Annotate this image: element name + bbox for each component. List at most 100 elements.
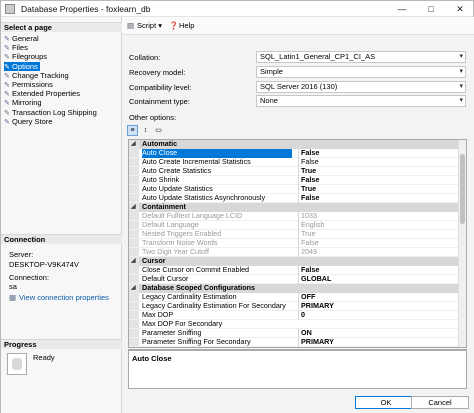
server-label: Server: [9,250,34,259]
grid-property-row[interactable]: Parameter Sniffing ON [129,329,459,338]
script-button[interactable]: ▤ Script ▾ [127,21,162,30]
property-value[interactable]: False [298,149,456,158]
other-options-label: Other options: [129,113,177,122]
grid-scrollbar[interactable] [458,140,466,347]
ok-button[interactable]: OK [355,396,417,409]
category-name: Containment [142,203,186,211]
progress-status: Ready [33,353,55,362]
help-button[interactable]: ❓Help [169,21,194,30]
page-item-label: General [12,34,39,43]
property-value[interactable]: False [298,176,456,185]
property-name: Auto Create Incremental Statistics [142,158,251,166]
property-value[interactable]: False [298,158,456,167]
property-value[interactable]: GLOBAL [298,275,456,284]
grid-property-row[interactable]: Auto Create Statistics True [129,167,459,176]
grid-property-row[interactable]: Auto Create Incremental Statistics False [129,158,459,167]
collation-label: Collation: [129,53,161,62]
grid-property-row[interactable]: Auto Shrink False [129,176,459,185]
property-value[interactable]: English [298,221,456,230]
property-pages-icon[interactable]: ▭ [153,125,164,136]
grid-property-row[interactable]: Legacy Cardinality Estimation OFF [129,293,459,302]
close-button[interactable]: ✕ [448,1,472,17]
property-name: Close Cursor on Commit Enabled [142,266,250,274]
minimize-button[interactable]: — [390,1,414,17]
grid-property-row[interactable]: Default Fulltext Language LCID 1033 [129,212,459,221]
page-item-mirroring[interactable]: ✎ Mirroring [4,98,44,107]
property-value[interactable]: True [298,167,456,176]
dialog-window: Database Properties - foxlearn_db — □ ✕ … [0,0,474,413]
grid-category-row[interactable]: Containment [129,203,459,212]
property-name: Auto Update Statistics [142,185,213,193]
page-item-general[interactable]: ✎ General [4,34,41,43]
property-value[interactable]: 1033 [298,212,456,221]
property-value[interactable]: True [298,185,456,194]
connection-heading: Connection [1,234,122,244]
page-item-transaction-log-shipping[interactable]: ✎ Transaction Log Shipping [4,108,99,117]
page-item-change-tracking[interactable]: ✎ Change Tracking [4,71,71,80]
page-item-files[interactable]: ✎ Files [4,43,30,52]
grid-property-row[interactable]: Auto Update Statistics Asynchronously Fal… [129,194,459,203]
grid-property-row[interactable]: Max DOP For Secondary [129,320,459,329]
view-connection-properties-link[interactable]: ▦ View connection properties [9,293,109,302]
property-value[interactable]: OFF [298,293,456,302]
property-name: Parameter Sniffing [142,329,202,337]
row-gutter [129,293,139,301]
property-value[interactable]: False [298,266,456,275]
grid-property-row[interactable]: Default Language English [129,221,459,230]
page-item-filegroups[interactable]: ✎ Filegroups [4,52,49,61]
page-item-options[interactable]: ✎ Options [4,61,40,71]
grid-property-row[interactable]: Auto Update Statistics True [129,185,459,194]
grid-category-row[interactable]: Automatic [129,140,459,149]
property-value[interactable]: False [298,239,456,248]
alphabetical-icon[interactable]: ↕ [140,125,151,136]
options-property-grid[interactable]: AutomaticAuto CloseFalseAuto Create Incr… [128,139,467,348]
containment-type-label: Containment type: [129,97,190,106]
cancel-button[interactable]: Cancel [411,396,469,409]
page-item-query-store[interactable]: ✎ Query Store [4,117,54,126]
categorized-icon[interactable]: ≡ [127,125,138,136]
collapse-icon[interactable] [129,140,139,149]
main-panel: ▤ Script ▾ ❓Help Collation: SQL_Latin1_Ge… [122,17,474,413]
grid-property-row[interactable]: Transform Noise Words False [129,239,459,248]
containment-type-select[interactable]: None ▾ [256,95,466,107]
property-value[interactable]: ON [298,329,456,338]
page-item-label: Files [12,43,28,53]
scrollbar-thumb[interactable] [460,154,465,224]
grid-property-row[interactable]: Max DOP 0 [129,311,459,320]
page-item-extended-properties[interactable]: ✎ Extended Properties [4,89,82,98]
collapse-icon[interactable] [129,284,139,293]
property-value[interactable]: True [298,230,456,239]
recovery-model-select[interactable]: Simple ▾ [256,66,466,78]
grid-property-row[interactable]: Default Cursor GLOBAL [129,275,459,284]
grid-property-row[interactable]: Nested Triggers Enabled True [129,230,459,239]
grid-property-row[interactable]: Two Digit Year Cutoff 2049 [129,248,459,257]
grid-property-row[interactable]: Parameter Sniffing For Secondary PRIMARY [129,338,459,347]
grid-property-row[interactable]: Legacy Cardinality Estimation For Second… [129,302,459,311]
property-name: Parameter Sniffing For Secondary [142,338,251,346]
compatibility-level-select[interactable]: SQL Server 2016 (130) ▾ [256,81,466,93]
property-value[interactable]: 0 [298,311,456,320]
grid-property-row[interactable]: Auto Close False [129,149,459,158]
page-item-permissions[interactable]: ✎ Permissions [4,80,55,89]
row-gutter [129,266,139,274]
property-value[interactable]: PRIMARY [298,302,456,311]
property-name: Auto Update Statistics Asynchronously [142,194,266,202]
row-gutter [129,212,139,220]
property-name: Default Cursor [142,275,189,283]
property-value[interactable]: PRIMARY [298,338,456,347]
database-icon [5,4,15,14]
grid-property-row[interactable]: Close Cursor on Commit Enabled False [129,266,459,275]
progress-indicator-icon [7,353,27,375]
collation-select[interactable]: SQL_Latin1_General_CP1_CI_AS ▾ [256,51,466,63]
help-label: Help [179,21,195,30]
page-item-label: Mirroring [12,98,42,108]
collapse-icon[interactable] [129,257,139,266]
grid-category-row[interactable]: Cursor [129,257,459,266]
grid-category-row[interactable]: Database Scoped Configurations [129,284,459,293]
property-value[interactable]: 2049 [298,248,456,257]
property-value[interactable]: False [298,194,456,203]
collapse-icon[interactable] [129,203,139,212]
row-gutter [129,167,139,175]
chevron-down-icon: ▾ [459,53,463,60]
maximize-button[interactable]: □ [419,1,443,17]
